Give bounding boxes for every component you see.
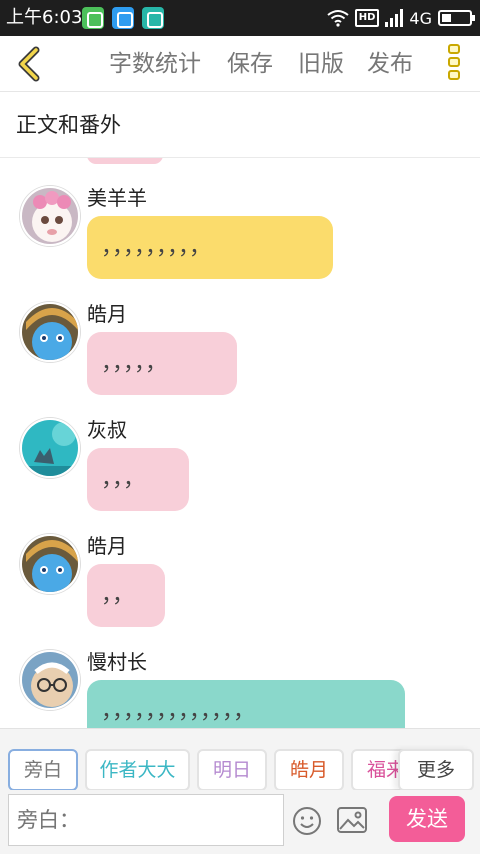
signal-icon <box>385 9 404 27</box>
status-bar: 上午6:03 HD 4G <box>0 0 480 36</box>
sender-name: 慢村长 <box>87 650 147 674</box>
avatar-meiyangyang[interactable] <box>20 186 80 246</box>
avatar-haoyue[interactable] <box>20 534 80 594</box>
sender-name: 皓月 <box>87 534 127 558</box>
message-bubble[interactable]: ，， <box>87 564 165 627</box>
sender-name: 皓月 <box>87 302 127 326</box>
wifi-icon <box>327 10 349 27</box>
old-version-button[interactable]: 旧版 <box>298 48 344 80</box>
chapter-title: 正文和番外 <box>16 113 121 137</box>
image-icon[interactable] <box>336 806 368 834</box>
hd-badge: HD <box>354 9 380 27</box>
previous-message-bubble[interactable] <box>87 158 163 164</box>
chapter-header[interactable]: 正文和番外 <box>0 92 480 158</box>
menu-icon[interactable] <box>448 44 462 84</box>
avatar-huishu[interactable] <box>20 418 80 478</box>
save-button[interactable]: 保存 <box>227 48 273 80</box>
message-bubble[interactable]: ，，，，，，，，，，，，， <box>87 680 405 728</box>
emoji-icon[interactable] <box>292 806 322 836</box>
weather-notification-icon <box>112 7 134 29</box>
avatar-haoyue[interactable] <box>20 302 80 362</box>
chat-list[interactable]: 美羊羊 ，，，，，，，，， 皓月 ，，，，， 灰叔 ，，， 皓月 ，， 慢村长 … <box>0 158 480 728</box>
battery-icon <box>438 10 475 26</box>
publish-button[interactable]: 发布 <box>367 48 413 80</box>
word-count-button[interactable]: 字数统计 <box>109 48 201 80</box>
sender-name: 灰叔 <box>87 418 127 442</box>
message-input[interactable] <box>8 794 284 846</box>
status-time: 上午6:03 <box>6 7 83 28</box>
more-roles-button[interactable]: 更多 <box>398 749 474 790</box>
input-bar: 发送 <box>0 790 480 854</box>
scan-notification-icon <box>142 7 164 29</box>
toolbar: 字数统计 保存 旧版 发布 <box>0 36 480 92</box>
network-type: 4G <box>409 8 432 28</box>
role-chip-haoyue[interactable]: 皓月 <box>274 749 344 790</box>
status-indicators: HD 4G <box>327 6 475 30</box>
role-chip-author[interactable]: 作者大大 <box>85 749 190 790</box>
sender-name: 美羊羊 <box>87 186 147 210</box>
role-chip-narrator[interactable]: 旁白 <box>8 749 78 790</box>
message-bubble[interactable]: ，，， <box>87 448 189 511</box>
message-bubble[interactable]: ，，，，，，，，， <box>87 216 333 279</box>
back-chevron-icon[interactable] <box>10 44 50 84</box>
role-chip-mingri[interactable]: 明日 <box>197 749 267 790</box>
send-button[interactable]: 发送 <box>389 796 465 842</box>
avatar-mancunzhang[interactable] <box>20 650 80 710</box>
role-selector: 旁白 作者大大 明日 皓月 福来 更多 <box>0 728 480 790</box>
message-bubble[interactable]: ，，，，， <box>87 332 237 395</box>
wechat-notification-icon <box>82 7 104 29</box>
